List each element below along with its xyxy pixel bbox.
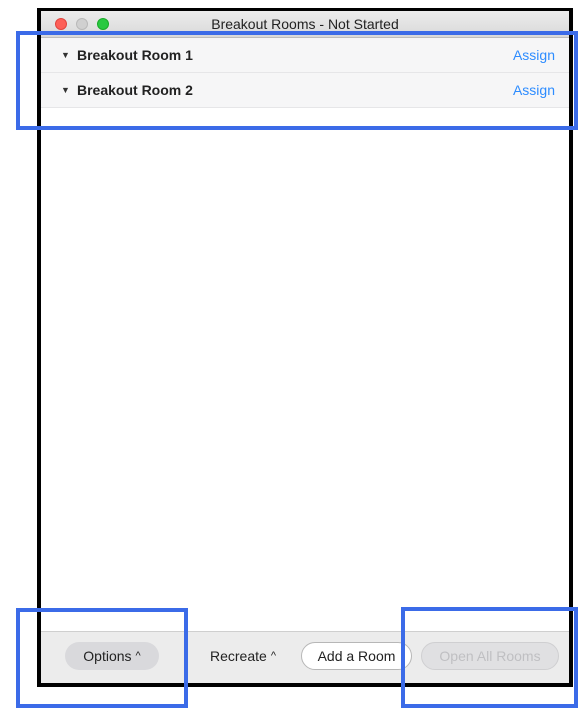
maximize-window-icon[interactable] [97,18,109,30]
window-title: Breakout Rooms - Not Started [211,16,399,32]
options-label: Options [83,648,132,664]
recreate-button[interactable]: Recreate ^ [201,642,285,670]
chevron-up-icon: ^ [270,650,276,662]
breakout-rooms-window: Breakout Rooms - Not Started ▼ Breakout … [37,8,573,687]
assign-link[interactable]: Assign [513,47,555,63]
footer-toolbar: Options ^ Recreate ^ Add a Room Open All… [41,631,569,683]
open-all-rooms-button[interactable]: Open All Rooms [421,642,559,670]
add-room-button[interactable]: Add a Room [301,642,412,670]
title-bar[interactable]: Breakout Rooms - Not Started [41,11,569,38]
options-button[interactable]: Options ^ [65,642,159,670]
minimize-window-icon[interactable] [76,18,88,30]
room-name: Breakout Room 1 [77,47,193,63]
window-controls [55,18,109,30]
disclosure-triangle-icon[interactable]: ▼ [61,50,77,60]
close-window-icon[interactable] [55,18,67,30]
rooms-list: ▼ Breakout Room 1 Assign ▼ Breakout Room… [41,38,569,632]
recreate-label: Recreate [210,648,267,664]
room-row[interactable]: ▼ Breakout Room 1 Assign [41,38,569,73]
room-name: Breakout Room 2 [77,82,193,98]
disclosure-triangle-icon[interactable]: ▼ [61,85,77,95]
assign-link[interactable]: Assign [513,82,555,98]
room-row[interactable]: ▼ Breakout Room 2 Assign [41,73,569,108]
chevron-up-icon: ^ [135,650,141,662]
